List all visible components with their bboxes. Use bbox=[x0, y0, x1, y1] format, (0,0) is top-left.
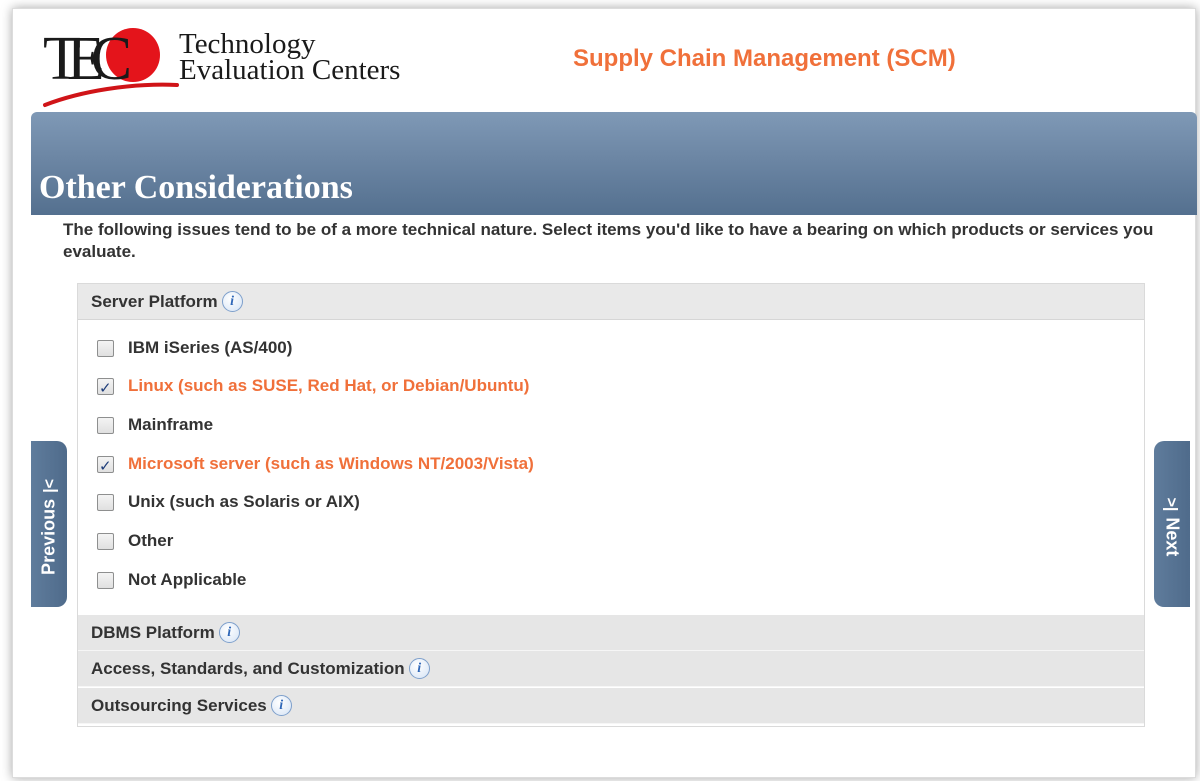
checkbox[interactable] bbox=[97, 533, 114, 550]
option-label: Linux (such as SUSE, Red Hat, or Debian/… bbox=[128, 376, 530, 395]
option-label: IBM iSeries (AS/400) bbox=[128, 338, 293, 357]
checkbox[interactable] bbox=[97, 340, 114, 357]
checkbox[interactable]: ✓ bbox=[97, 378, 114, 397]
intro-text: The following issues tend to be of a mor… bbox=[63, 220, 1154, 261]
previous-button[interactable]: Previous |< bbox=[31, 441, 67, 607]
checkmark-icon: ✓ bbox=[99, 379, 112, 397]
page-title: Other Considerations bbox=[39, 169, 353, 206]
checkmark-icon: ✓ bbox=[99, 457, 112, 475]
logo-wordmark: Technology Evaluation Centers bbox=[179, 30, 401, 86]
info-icon[interactable]: i bbox=[408, 657, 430, 679]
considerations-accordion: Server Platform i IBM iSeries (AS/400) ✓ … bbox=[77, 283, 1145, 727]
info-icon[interactable]: i bbox=[221, 290, 243, 312]
checkbox[interactable] bbox=[97, 417, 114, 434]
section-access-standards-customization[interactable]: Access, Standards, and Customization i bbox=[78, 651, 1144, 687]
next-label: Next bbox=[1162, 517, 1183, 557]
info-icon[interactable]: i bbox=[270, 694, 292, 716]
app-title: Supply Chain Management (SCM) bbox=[573, 45, 956, 72]
page-banner: Other Considerations bbox=[31, 112, 1197, 215]
section-label: Server Platform bbox=[91, 292, 218, 311]
option-label: Mainframe bbox=[128, 415, 214, 434]
next-button[interactable]: >| Next bbox=[1154, 441, 1190, 607]
info-icon[interactable]: i bbox=[218, 621, 240, 643]
section-label: Access, Standards, and Customization bbox=[91, 659, 405, 678]
option-label: Other bbox=[128, 531, 174, 550]
option-label: Unix (such as Solaris or AIX) bbox=[128, 492, 360, 511]
page-frame: TEC Technology Evaluation Centers Supply… bbox=[12, 8, 1197, 778]
chevron-right-icon: >| bbox=[1162, 497, 1180, 512]
option-label: Not Applicable bbox=[128, 570, 247, 589]
checkbox[interactable] bbox=[97, 494, 114, 511]
tec-logo[interactable]: TEC Technology Evaluation Centers bbox=[41, 21, 461, 111]
section-dbms-platform[interactable]: DBMS Platform i bbox=[78, 615, 1144, 651]
section-label: Outsourcing Services bbox=[91, 696, 267, 715]
logo-line-2: Evaluation Centers bbox=[179, 54, 401, 86]
checkbox[interactable] bbox=[97, 572, 114, 589]
checkbox[interactable]: ✓ bbox=[97, 456, 114, 475]
chevron-left-icon: |< bbox=[41, 479, 59, 493]
svg-text:TEC: TEC bbox=[43, 25, 129, 93]
tec-logo-mark-icon: TEC bbox=[43, 25, 179, 107]
previous-label: Previous bbox=[38, 498, 59, 575]
section-outsourcing-services[interactable]: Outsourcing Services i bbox=[78, 688, 1144, 724]
option-label: Microsoft server (such as Windows NT/200… bbox=[128, 454, 534, 473]
section-server-platform[interactable]: Server Platform i bbox=[78, 284, 1144, 320]
section-label: DBMS Platform bbox=[91, 623, 215, 642]
